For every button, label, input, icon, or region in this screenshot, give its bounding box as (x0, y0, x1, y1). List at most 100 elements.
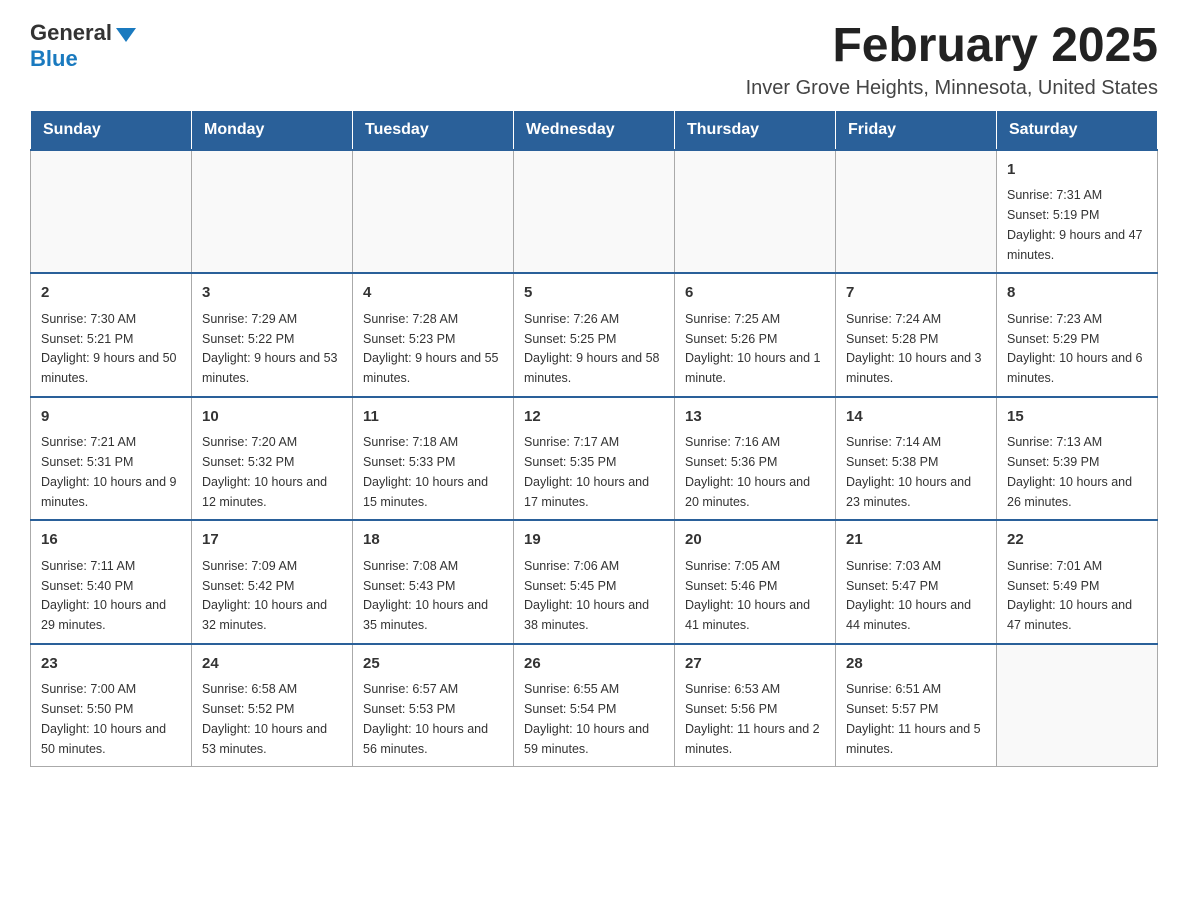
day-number: 15 (1007, 406, 1147, 429)
day-number: 19 (524, 529, 664, 552)
calendar-cell: 4Sunrise: 7:28 AMSunset: 5:23 PMDaylight… (353, 273, 514, 397)
calendar-cell: 14Sunrise: 7:14 AMSunset: 5:38 PMDayligh… (836, 397, 997, 521)
calendar-cell: 26 Sunrise: 6:55 AMSunset: 5:54 PMDayligh… (514, 644, 675, 767)
page-header: General Blue February 2025 Inver Grove H… (30, 20, 1158, 100)
day-number: 18 (363, 529, 503, 552)
day-info: Sunrise: 7:25 AMSunset: 5:26 PMDaylight:… (685, 312, 821, 385)
day-number: 20 (685, 529, 825, 552)
day-number: 13 (685, 406, 825, 429)
calendar-week-4: 16 Sunrise: 7:11 AMSunset: 5:40 PMDayligh… (31, 520, 1158, 644)
calendar-cell: 15Sunrise: 7:13 AMSunset: 5:39 PMDayligh… (997, 397, 1158, 521)
calendar-cell: 2 Sunrise: 7:30 AMSunset: 5:21 PMDaylight… (31, 273, 192, 397)
day-number: 28 (846, 653, 986, 676)
col-header-tuesday: Tuesday (353, 110, 514, 150)
calendar-cell: 12 Sunrise: 7:17 AMSunset: 5:35 PMDayligh… (514, 397, 675, 521)
col-header-sunday: Sunday (31, 110, 192, 150)
calendar-cell: 23 Sunrise: 7:00 AMSunset: 5:50 PMDayligh… (31, 644, 192, 767)
calendar-cell: 21Sunrise: 7:03 AMSunset: 5:47 PMDayligh… (836, 520, 997, 644)
day-number: 5 (524, 282, 664, 305)
day-number: 12 (524, 406, 664, 429)
day-number: 7 (846, 282, 986, 305)
calendar-title: February 2025 (746, 20, 1158, 73)
calendar-cell (192, 150, 353, 274)
calendar-cell: 17 Sunrise: 7:09 AMSunset: 5:42 PMDayligh… (192, 520, 353, 644)
day-info: Sunrise: 7:26 AMSunset: 5:25 PMDaylight:… (524, 312, 660, 385)
calendar-cell: 19 Sunrise: 7:06 AMSunset: 5:45 PMDayligh… (514, 520, 675, 644)
day-number: 26 (524, 653, 664, 676)
day-info: Sunrise: 6:58 AMSunset: 5:52 PMDaylight:… (202, 682, 327, 755)
calendar-week-5: 23 Sunrise: 7:00 AMSunset: 5:50 PMDayligh… (31, 644, 1158, 767)
calendar-cell: 6 Sunrise: 7:25 AMSunset: 5:26 PMDaylight… (675, 273, 836, 397)
day-number: 11 (363, 406, 503, 429)
day-number: 24 (202, 653, 342, 676)
calendar-cell: 9 Sunrise: 7:21 AMSunset: 5:31 PMDaylight… (31, 397, 192, 521)
calendar-cell: 25 Sunrise: 6:57 AMSunset: 5:53 PMDayligh… (353, 644, 514, 767)
day-number: 6 (685, 282, 825, 305)
day-info: Sunrise: 7:23 AMSunset: 5:29 PMDaylight:… (1007, 312, 1143, 385)
day-info: Sunrise: 7:00 AMSunset: 5:50 PMDaylight:… (41, 682, 166, 755)
col-header-friday: Friday (836, 110, 997, 150)
calendar-table: SundayMondayTuesdayWednesdayThursdayFrid… (30, 110, 1158, 768)
day-info: Sunrise: 7:17 AMSunset: 5:35 PMDaylight:… (524, 435, 649, 508)
day-info: Sunrise: 7:06 AMSunset: 5:45 PMDaylight:… (524, 559, 649, 632)
day-number: 9 (41, 406, 181, 429)
calendar-cell: 24 Sunrise: 6:58 AMSunset: 5:52 PMDayligh… (192, 644, 353, 767)
logo-blue: Blue (30, 46, 78, 72)
calendar-cell: 13 Sunrise: 7:16 AMSunset: 5:36 PMDayligh… (675, 397, 836, 521)
col-header-monday: Monday (192, 110, 353, 150)
day-info: Sunrise: 7:29 AMSunset: 5:22 PMDaylight:… (202, 312, 338, 385)
logo-general: General (30, 20, 112, 46)
calendar-cell (353, 150, 514, 274)
col-header-wednesday: Wednesday (514, 110, 675, 150)
calendar-header-row: SundayMondayTuesdayWednesdayThursdayFrid… (31, 110, 1158, 150)
day-info: Sunrise: 6:53 AMSunset: 5:56 PMDaylight:… (685, 682, 820, 755)
calendar-cell: 10Sunrise: 7:20 AMSunset: 5:32 PMDayligh… (192, 397, 353, 521)
calendar-cell: 11 Sunrise: 7:18 AMSunset: 5:33 PMDayligh… (353, 397, 514, 521)
calendar-cell: 1Sunrise: 7:31 AMSunset: 5:19 PMDaylight… (997, 150, 1158, 274)
day-number: 10 (202, 406, 342, 429)
day-number: 14 (846, 406, 986, 429)
day-number: 27 (685, 653, 825, 676)
day-info: Sunrise: 7:03 AMSunset: 5:47 PMDaylight:… (846, 559, 971, 632)
day-number: 17 (202, 529, 342, 552)
calendar-body: 1Sunrise: 7:31 AMSunset: 5:19 PMDaylight… (31, 150, 1158, 767)
day-info: Sunrise: 7:08 AMSunset: 5:43 PMDaylight:… (363, 559, 488, 632)
col-header-saturday: Saturday (997, 110, 1158, 150)
day-info: Sunrise: 7:31 AMSunset: 5:19 PMDaylight:… (1007, 188, 1143, 261)
day-info: Sunrise: 7:11 AMSunset: 5:40 PMDaylight:… (41, 559, 166, 632)
day-info: Sunrise: 7:30 AMSunset: 5:21 PMDaylight:… (41, 312, 177, 385)
day-info: Sunrise: 7:16 AMSunset: 5:36 PMDaylight:… (685, 435, 810, 508)
calendar-cell: 27 Sunrise: 6:53 AMSunset: 5:56 PMDayligh… (675, 644, 836, 767)
day-info: Sunrise: 6:51 AMSunset: 5:57 PMDaylight:… (846, 682, 981, 755)
day-number: 23 (41, 653, 181, 676)
day-info: Sunrise: 6:55 AMSunset: 5:54 PMDaylight:… (524, 682, 649, 755)
day-info: Sunrise: 7:28 AMSunset: 5:23 PMDaylight:… (363, 312, 499, 385)
calendar-header: SundayMondayTuesdayWednesdayThursdayFrid… (31, 110, 1158, 150)
logo: General Blue (30, 20, 136, 72)
calendar-cell: 28 Sunrise: 6:51 AMSunset: 5:57 PMDayligh… (836, 644, 997, 767)
col-header-thursday: Thursday (675, 110, 836, 150)
day-number: 8 (1007, 282, 1147, 305)
calendar-cell: 22Sunrise: 7:01 AMSunset: 5:49 PMDayligh… (997, 520, 1158, 644)
day-info: Sunrise: 6:57 AMSunset: 5:53 PMDaylight:… (363, 682, 488, 755)
calendar-cell (997, 644, 1158, 767)
day-info: Sunrise: 7:09 AMSunset: 5:42 PMDaylight:… (202, 559, 327, 632)
day-info: Sunrise: 7:18 AMSunset: 5:33 PMDaylight:… (363, 435, 488, 508)
day-number: 16 (41, 529, 181, 552)
calendar-week-1: 1Sunrise: 7:31 AMSunset: 5:19 PMDaylight… (31, 150, 1158, 274)
title-block: February 2025 Inver Grove Heights, Minne… (746, 20, 1158, 100)
calendar-cell: 7 Sunrise: 7:24 AMSunset: 5:28 PMDaylight… (836, 273, 997, 397)
day-number: 2 (41, 282, 181, 305)
calendar-week-3: 9 Sunrise: 7:21 AMSunset: 5:31 PMDaylight… (31, 397, 1158, 521)
day-number: 25 (363, 653, 503, 676)
day-info: Sunrise: 7:05 AMSunset: 5:46 PMDaylight:… (685, 559, 810, 632)
calendar-cell (514, 150, 675, 274)
calendar-cell: 8 Sunrise: 7:23 AMSunset: 5:29 PMDaylight… (997, 273, 1158, 397)
day-info: Sunrise: 7:21 AMSunset: 5:31 PMDaylight:… (41, 435, 177, 508)
day-info: Sunrise: 7:24 AMSunset: 5:28 PMDaylight:… (846, 312, 982, 385)
day-number: 3 (202, 282, 342, 305)
calendar-cell: 3 Sunrise: 7:29 AMSunset: 5:22 PMDaylight… (192, 273, 353, 397)
calendar-cell (836, 150, 997, 274)
calendar-cell: 16 Sunrise: 7:11 AMSunset: 5:40 PMDayligh… (31, 520, 192, 644)
day-number: 22 (1007, 529, 1147, 552)
